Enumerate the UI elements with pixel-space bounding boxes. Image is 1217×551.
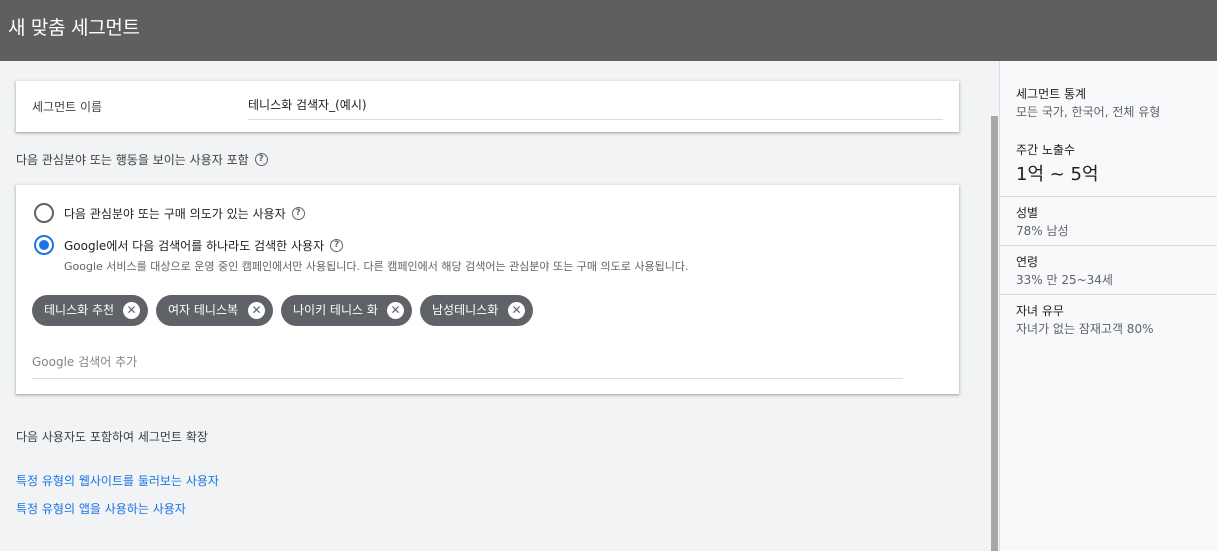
segment-stats-panel: 세그먼트 통계 모든 국가, 한국어, 전체 유형 주간 노출수 1억 ~ 5억… — [999, 61, 1217, 551]
search-term-input[interactable]: Google 검색어 추가 — [32, 353, 137, 370]
link-websites[interactable]: 특정 유형의 웹사이트를 둘러보는 사용자 — [16, 472, 219, 489]
chip-label: 나이키 테니스 화 — [293, 303, 378, 317]
stat-age-value: 33% 만 25~34세 — [1016, 273, 1113, 287]
stat-gender: 성별 78% 남성 — [1016, 204, 1069, 239]
segment-name-underline — [248, 119, 943, 120]
divider — [1000, 196, 1217, 197]
page-header: 새 맞춤 세그먼트 — [0, 0, 1217, 61]
option-search-description: Google 서비스를 대상으로 운영 중인 캠페인에서만 사용됩니다. 다른 … — [64, 260, 689, 273]
option-interest-label: 다음 관심분야 또는 구매 의도가 있는 사용자 — [64, 207, 286, 221]
help-icon[interactable]: ? — [330, 239, 344, 252]
chip-remove-icon[interactable]: ✕ — [508, 302, 525, 319]
scrollbar-thumb[interactable] — [991, 116, 998, 551]
help-icon[interactable]: ? — [291, 207, 305, 220]
option-search-label: Google에서 다음 검색어를 하나라도 검색한 사용자 — [64, 239, 325, 253]
stat-parental-title: 자녀 유무 — [1016, 304, 1064, 318]
page-title: 새 맞춤 세그먼트 — [8, 17, 140, 39]
divider — [1000, 245, 1217, 246]
include-section-title: 다음 관심분야 또는 행동을 보이는 사용자 포함 ? — [16, 151, 268, 168]
keyword-chip: 남성테니스화 ✕ — [420, 295, 533, 326]
search-term-underline — [32, 378, 903, 379]
stat-gender-title: 성별 — [1016, 206, 1039, 220]
stat-segment-value: 모든 국가, 한국어, 전체 유형 — [1016, 105, 1161, 119]
stat-parental: 자녀 유무 자녀가 없는 잠재고객 80% — [1016, 302, 1153, 337]
keyword-chip: 여자 테니스복 ✕ — [156, 295, 273, 326]
stat-age-title: 연령 — [1016, 255, 1039, 269]
include-options-card: 다음 관심분야 또는 구매 의도가 있는 사용자 ? Google에서 다음 검… — [16, 185, 959, 394]
stat-impressions-value: 1억 ~ 5억 — [1016, 164, 1099, 185]
link-apps[interactable]: 특정 유형의 앱을 사용하는 사용자 — [16, 500, 186, 517]
divider — [1000, 294, 1217, 295]
segment-name-label: 세그먼트 이름 — [32, 100, 103, 114]
stat-age: 연령 33% 만 25~34세 — [1016, 253, 1113, 288]
option-interest[interactable]: 다음 관심분야 또는 구매 의도가 있는 사용자 ? — [64, 205, 305, 222]
option-search[interactable]: Google에서 다음 검색어를 하나라도 검색한 사용자 ? — [64, 237, 344, 254]
radio-search[interactable] — [34, 235, 54, 255]
stat-segment-title: 세그먼트 통계 — [1016, 87, 1087, 101]
chip-label: 여자 테니스복 — [168, 303, 239, 317]
segment-name-input[interactable]: 테니스화 검색자_(예시) — [248, 96, 367, 113]
expand-section-title: 다음 사용자도 포함하여 세그먼트 확장 — [16, 430, 208, 444]
segment-name-card: 세그먼트 이름 테니스화 검색자_(예시) — [16, 81, 959, 132]
stat-impressions: 주간 노출수 1억 ~ 5억 — [1016, 141, 1099, 186]
radio-interest[interactable] — [34, 203, 54, 223]
chip-remove-icon[interactable]: ✕ — [248, 302, 265, 319]
include-section-label: 다음 관심분야 또는 행동을 보이는 사용자 포함 — [16, 153, 249, 167]
keyword-chip: 나이키 테니스 화 ✕ — [281, 295, 412, 326]
keyword-chip: 테니스화 추천 ✕ — [32, 295, 148, 326]
chip-remove-icon[interactable]: ✕ — [123, 302, 140, 319]
chip-remove-icon[interactable]: ✕ — [387, 302, 404, 319]
stat-segment: 세그먼트 통계 모든 국가, 한국어, 전체 유형 — [1016, 85, 1160, 120]
help-icon[interactable]: ? — [254, 153, 268, 166]
stat-gender-value: 78% 남성 — [1016, 224, 1069, 238]
chip-label: 남성테니스화 — [432, 303, 499, 317]
chip-label: 테니스화 추천 — [44, 303, 115, 317]
stat-parental-value: 자녀가 없는 잠재고객 80% — [1016, 322, 1154, 336]
stat-impressions-title: 주간 노출수 — [1016, 143, 1076, 157]
